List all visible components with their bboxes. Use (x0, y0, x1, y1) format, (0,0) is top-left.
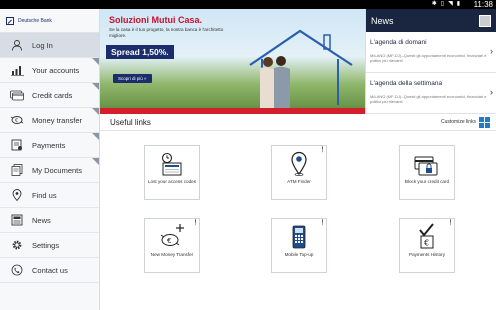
sidebar-item-contact-us[interactable]: Contact us (0, 258, 99, 283)
link-tile-label: ATM Finder (287, 179, 311, 184)
map-pin-icon (8, 188, 26, 202)
chevron-right-icon: › (490, 46, 493, 56)
news-item-title: L'agenda di domani (370, 39, 427, 46)
sidebar-item-label: News (32, 215, 51, 225)
user-icon (8, 38, 26, 52)
sidebar-item-label: Settings (32, 240, 60, 250)
pin-icon: ╿ (320, 220, 324, 226)
bluetooth-icon: ✱ (431, 1, 437, 7)
news-item[interactable]: L'agenda della settimana MILANO (MF-DJ)-… (366, 73, 496, 114)
useful-links-panel: Useful links Customize links Lost your a… (100, 114, 496, 310)
sidebar-item-my-documents[interactable]: My Documents (0, 158, 99, 183)
menu-corner-marker (92, 108, 99, 115)
brand-header: Deutsche Bank (0, 9, 99, 33)
pin-icon: ╿ (448, 220, 452, 226)
sidebar-item-label: Contact us (32, 265, 68, 275)
payments-history-icon: € (400, 219, 454, 249)
phone-icon (8, 263, 26, 277)
sidebar-item-news[interactable]: News (0, 208, 99, 233)
link-tile-label: Mobile Top-up (284, 252, 314, 257)
sidebar-item-label: Payments (32, 140, 66, 150)
news-item-description: MILANO (MF-DJ)--Questi gli appuntamenti … (370, 94, 487, 104)
menu-corner-marker (92, 83, 99, 90)
sidebar-item-label: Your accounts (32, 65, 80, 75)
pin-icon: ╿ (320, 147, 324, 153)
wifi-icon: ◥ (448, 1, 453, 7)
news-title: News (371, 15, 394, 26)
link-tile-mobile-topup[interactable]: ╿ Mobile Top-up (271, 218, 327, 273)
documents-icon (8, 163, 26, 177)
sidebar-item-find-us[interactable]: Find us (0, 183, 99, 208)
chart-icon (8, 63, 26, 77)
menu-corner-marker (92, 58, 99, 65)
status-bar: ✱ ▯ ◥ ▮ 11:38 (0, 0, 496, 9)
new-transfer-icon: € (145, 219, 199, 249)
gear-icon (8, 238, 26, 252)
vibrate-icon: ▯ (440, 1, 445, 7)
svg-text:€: € (167, 237, 171, 245)
chevron-right-icon: › (490, 87, 493, 97)
newspaper-icon[interactable] (479, 14, 491, 27)
banner-headline: Soluzioni Mutui Casa. (109, 15, 203, 25)
news-item-title: L'agenda della settimana (370, 80, 443, 87)
atm-pin-icon (272, 146, 326, 176)
sidebar-item-label: Log In (32, 40, 53, 50)
credit-card-icon (8, 88, 26, 102)
payment-icon (8, 138, 26, 152)
banner-body: Se la casa è il tuo progetto, la nostra … (109, 27, 224, 38)
link-tile-label: Payments History (409, 252, 445, 257)
grid-icon (479, 116, 490, 128)
sidebar-item-log-in[interactable]: Log In (0, 33, 99, 58)
link-tile-label: Lost your access codes (147, 179, 196, 184)
block-card-icon (400, 146, 454, 176)
sidebar-item-money-transfer[interactable]: € Money transfer (0, 108, 99, 133)
newspaper-icon (8, 213, 26, 227)
lost-codes-icon (145, 146, 199, 176)
sidebar-item-label: Find us (32, 190, 57, 200)
couple-photo (260, 56, 290, 109)
news-header: News (366, 9, 496, 32)
sidebar-item-label: My Documents (32, 165, 83, 175)
link-tile-label: New Money Transfer (150, 252, 194, 257)
sidebar-item-label: Credit cards (32, 90, 73, 100)
brand-name: Deutsche Bank (18, 17, 52, 24)
news-item[interactable]: L'agenda di domani MILANO (MF-DJ)--Quest… (366, 32, 496, 73)
status-time: 11:38 (473, 0, 493, 9)
transfer-icon: € (8, 113, 26, 127)
svg-text:€: € (15, 118, 18, 124)
sidebar-item-settings[interactable]: Settings (0, 233, 99, 258)
link-tile-lost-codes[interactable]: Lost your access codes (144, 145, 200, 200)
sidebar-item-your-accounts[interactable]: Your accounts (0, 58, 99, 83)
deutsche-bank-logo-icon (6, 16, 14, 25)
link-tile-payments-history[interactable]: ╿ € Payments History (399, 218, 455, 273)
link-tile-new-transfer[interactable]: ╿ € New Money Transfer (144, 218, 200, 273)
customize-links-label: Customize links (440, 119, 476, 125)
menu-corner-marker (92, 133, 99, 140)
sidebar: Deutsche Bank Log In Your accounts Credi… (0, 9, 100, 310)
sidebar-item-payments[interactable]: Payments (0, 133, 99, 158)
banner-spread: Spread 1,50%. (106, 45, 174, 59)
news-panel: News L'agenda di domani MILANO (MF-DJ)--… (365, 9, 496, 114)
link-tile-atm-finder[interactable]: ╿ ATM Finder (271, 145, 327, 200)
link-tile-block-card[interactable]: Block your credit card (399, 145, 455, 200)
useful-links-title: Useful links (110, 117, 151, 127)
status-icons: ✱ ▯ ◥ ▮ (432, 1, 460, 8)
sidebar-item-credit-cards[interactable]: Credit cards (0, 83, 99, 108)
promo-banner[interactable]: Soluzioni Mutui Casa. Se la casa è il tu… (100, 9, 365, 114)
pin-icon: ╿ (193, 220, 197, 226)
link-tile-label: Block your credit card (404, 179, 450, 184)
mobile-topup-icon (272, 219, 326, 249)
customize-links-button[interactable]: Customize links (440, 116, 490, 128)
svg-text:€: € (424, 239, 429, 248)
banner-cta-button[interactable]: Scopri di più » (113, 74, 152, 83)
menu-corner-marker (92, 158, 99, 165)
sidebar-item-label: Money transfer (32, 115, 83, 125)
news-item-description: MILANO (MF-DJ)--Questi gli appuntamenti … (370, 53, 487, 63)
useful-links-header: Useful links Customize links (100, 114, 496, 131)
battery-icon: ▮ (456, 1, 460, 7)
